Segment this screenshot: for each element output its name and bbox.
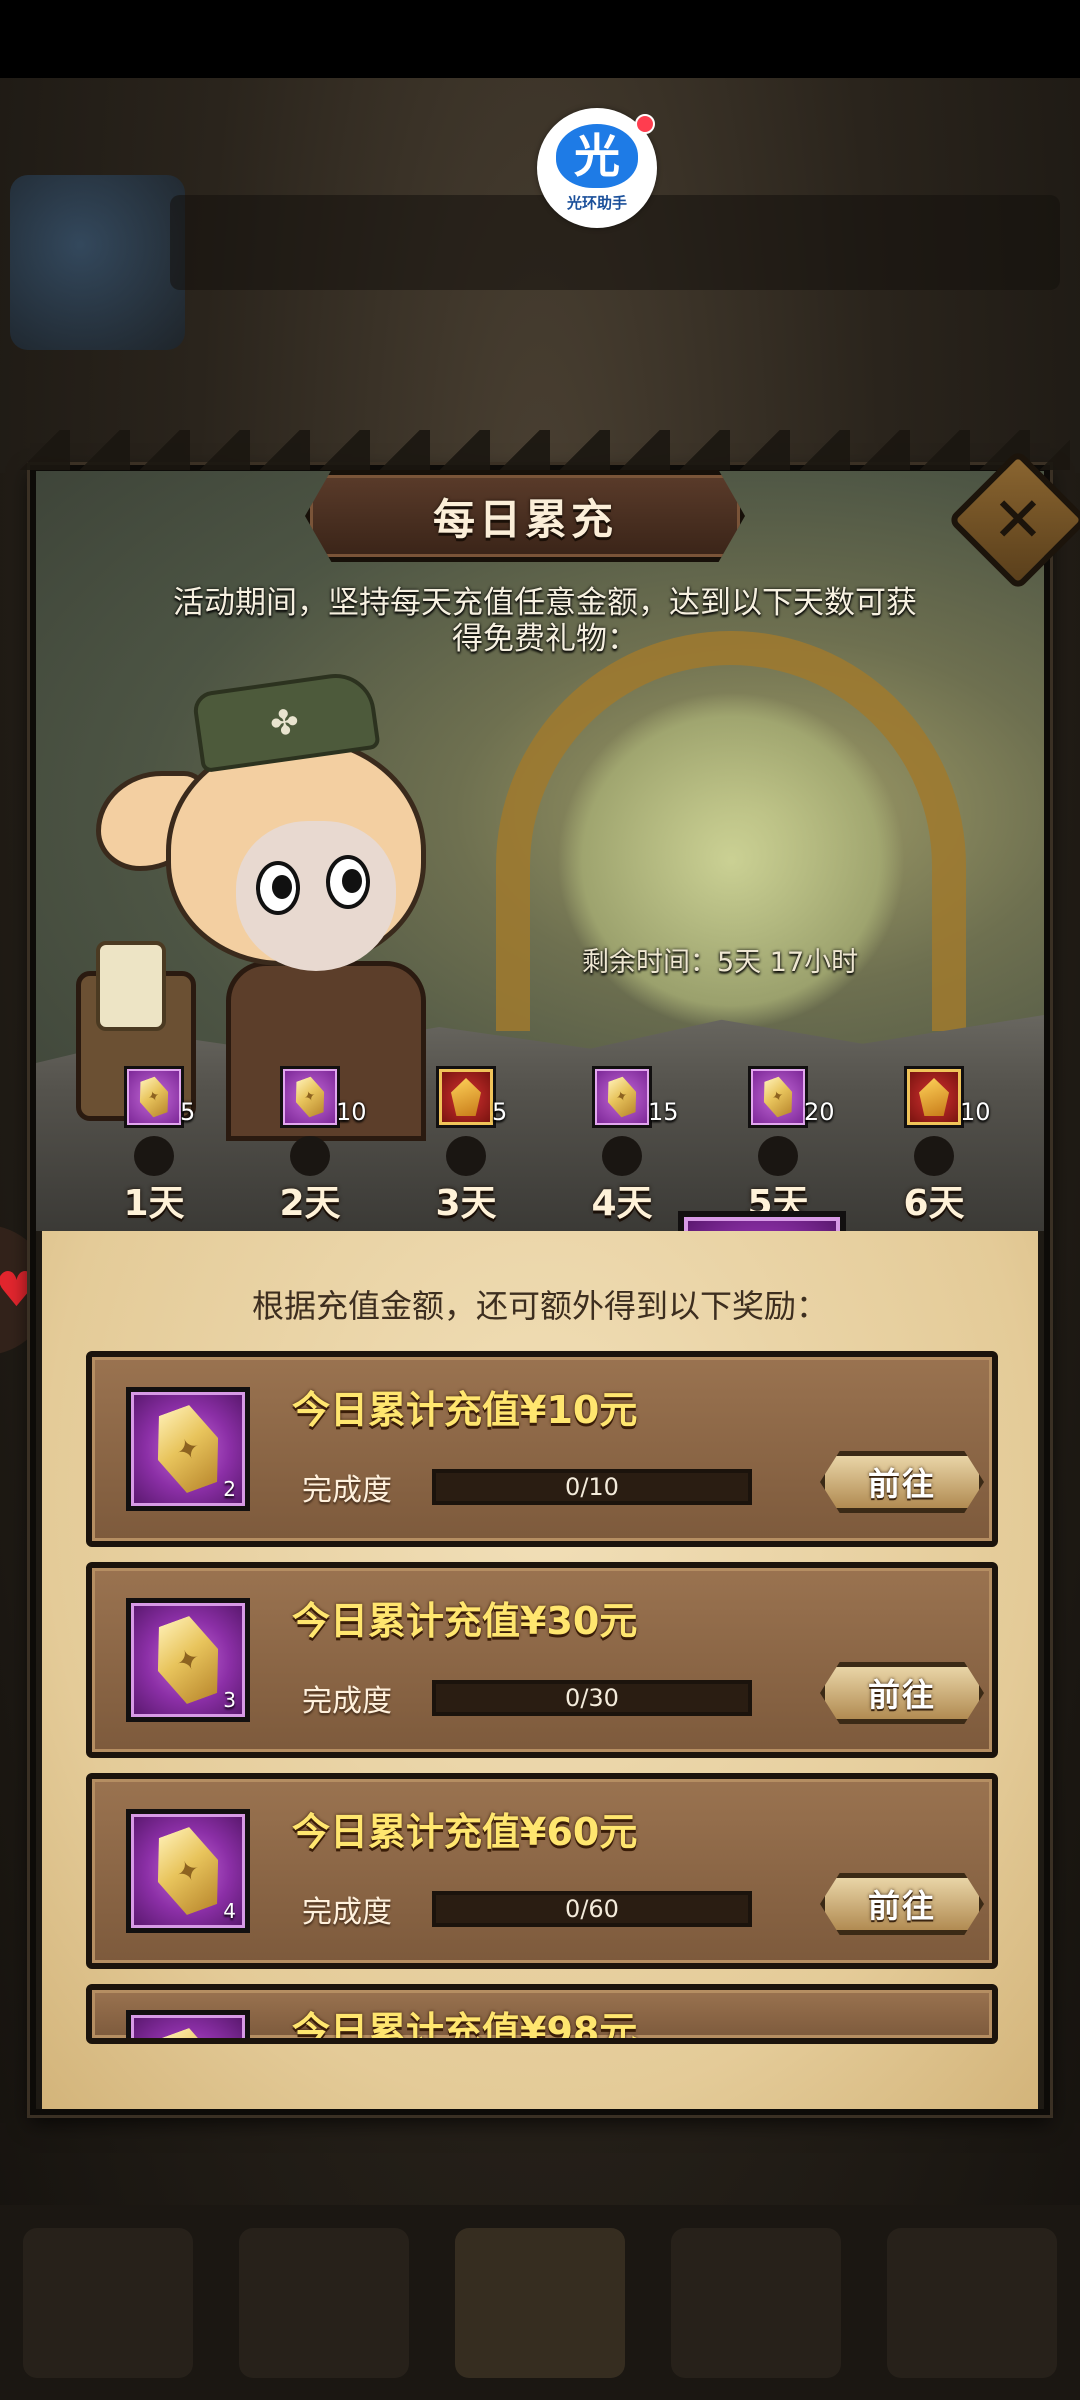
gold-crystal-icon: ✦	[144, 2023, 232, 2044]
background-bottom-nav	[0, 2205, 1080, 2400]
progress-bar: 0/30	[432, 1680, 752, 1716]
nav-slot	[887, 2227, 1057, 2378]
task-reward[interactable]: ✦ 2	[126, 1387, 250, 1511]
helper-floating-button[interactable]: 光 光环助手	[537, 108, 657, 228]
page-title: 每日累充	[432, 494, 617, 544]
progress-label: 完成度	[302, 1473, 392, 1508]
reward-quantity: 3	[223, 1688, 236, 1712]
task-title: 今日累计充值¥10元	[292, 1388, 638, 1432]
nav-slot	[23, 2227, 193, 2378]
milestone-day-6[interactable]: 10 6天	[874, 1066, 994, 1226]
milestone-node	[134, 1136, 174, 1176]
milestone-day-3[interactable]: 5 3天	[406, 1066, 526, 1226]
milestone-count: 15	[648, 1098, 679, 1126]
milestone-node	[914, 1136, 954, 1176]
go-button-label: 前往	[867, 1887, 936, 1925]
progress-text: 0/10	[565, 1473, 619, 1501]
title-plate: 每日累充	[305, 470, 745, 562]
gold-crystal-icon: ✦	[144, 1822, 232, 1921]
gold-crystal-icon: ✦	[144, 1611, 232, 1710]
milestone-day-label: 6天	[903, 1183, 965, 1224]
milestone-node	[602, 1136, 642, 1176]
nav-slot	[239, 2227, 409, 2378]
helper-label: 光环助手	[566, 193, 627, 212]
extra-rewards-section: 根据充值金额，还可额外得到以下奖励： ✦ 2 今日累计充值¥10元 完成度 0/10 前往…	[42, 1231, 1038, 2109]
task-reward[interactable]: ✦ 4	[126, 1809, 250, 1933]
extra-rewards-heading: 根据充值金额，还可额外得到以下奖励：	[251, 1287, 828, 1325]
task-card: ✦ 4 今日累计充值¥60元完成度 0/60 前往	[86, 1773, 998, 1969]
go-button[interactable]: 前往	[820, 1873, 984, 1935]
milestone-node	[446, 1136, 486, 1176]
task-title: 今日累计充值¥60元	[292, 1810, 638, 1854]
event-description: 活动期间，坚持每天充值任意金额，达到以下天数可获得免费礼物：	[173, 585, 917, 657]
gold-chest-icon	[436, 1066, 496, 1128]
milestone-day-label: 3天	[435, 1183, 497, 1224]
milestone-day-label: 2天	[279, 1183, 341, 1224]
task-title: 今日累计充值¥30元	[292, 1599, 638, 1643]
gold-crystal-icon: ✦	[124, 1066, 184, 1128]
task-card: ✦ 今日累计充值¥98元	[86, 1984, 998, 2044]
go-button[interactable]: 前往	[820, 1451, 984, 1513]
go-button-label: 前往	[867, 1676, 936, 1714]
progress-label: 完成度	[302, 1684, 392, 1719]
clover-icon: ✤	[267, 701, 302, 746]
close-icon: ✕	[992, 482, 1044, 556]
gold-crystal-icon: ✦	[592, 1066, 652, 1128]
milestone-day-label: 1天	[123, 1183, 185, 1224]
task-reward[interactable]: ✦	[126, 2010, 250, 2044]
milestone-node	[290, 1136, 330, 1176]
gold-chest-icon	[904, 1066, 964, 1128]
gold-crystal-icon: ✦	[280, 1066, 340, 1128]
nav-slot	[671, 2227, 841, 2378]
progress-bar: 0/10	[432, 1469, 752, 1505]
character-face	[236, 821, 396, 971]
go-button[interactable]: 前往	[820, 1662, 984, 1724]
task-list: ✦ 2 今日累计充值¥10元 完成度 0/10 前往 ✦ 3 今日累计充值¥30元 完成度 0/30…	[86, 1351, 998, 2059]
scroll	[96, 941, 166, 1031]
task-card: ✦ 3 今日累计充值¥30元完成度 0/30 前往	[86, 1562, 998, 1758]
daily-recharge-panel: ✤ ✦51天✦102天53天✦154天✦205天106天 ✦ 根据充值金额，还可…	[30, 465, 1050, 2115]
gold-crystal-icon: ✦	[697, 1224, 826, 1231]
milestone-count: 5	[180, 1098, 196, 1126]
gold-crystal-icon: ✦	[144, 1400, 232, 1499]
progress-label: 完成度	[302, 1895, 392, 1930]
go-button-label: 前往	[867, 1465, 936, 1503]
milestone-count: 20	[804, 1098, 835, 1126]
milestone-day-4[interactable]: ✦ 15 4天	[562, 1066, 682, 1226]
milestone-day-2[interactable]: ✦ 10 2天	[250, 1066, 370, 1226]
milestone-day-1[interactable]: ✦ 5 1天	[94, 1066, 214, 1226]
background-avatar	[10, 175, 185, 350]
progress-text: 0/30	[565, 1684, 619, 1712]
gold-crystal-icon: ✦	[748, 1066, 808, 1128]
reward-quantity: 2	[223, 1477, 236, 1501]
notification-dot	[635, 114, 655, 134]
nav-slot	[455, 2227, 625, 2378]
milestone-count: 5	[492, 1098, 508, 1126]
milestone-day-label: 4天	[591, 1183, 653, 1224]
milestone-count: 10	[336, 1098, 367, 1126]
character-eye	[326, 855, 370, 909]
milestone-day-5[interactable]: ✦ 20 5天	[718, 1066, 838, 1226]
character-eye	[256, 861, 300, 915]
task-title: 今日累计充值¥98元	[292, 2009, 638, 2044]
task-reward[interactable]: ✦ 3	[126, 1598, 250, 1722]
helper-logo-icon: 光	[556, 123, 638, 188]
progress-text: 0/60	[565, 1895, 619, 1923]
featured-reward[interactable]: ✦	[678, 1211, 846, 1231]
progress-bar: 0/60	[432, 1891, 752, 1927]
task-card: ✦ 2 今日累计充值¥10元完成度 0/10 前往	[86, 1351, 998, 1547]
reward-quantity: 4	[223, 1899, 236, 1923]
milestone-count: 10	[960, 1098, 991, 1126]
remaining-time: 剩余时间：5天 17小时	[582, 947, 859, 978]
milestone-node	[758, 1136, 798, 1176]
panel-top-border	[10, 430, 1070, 470]
